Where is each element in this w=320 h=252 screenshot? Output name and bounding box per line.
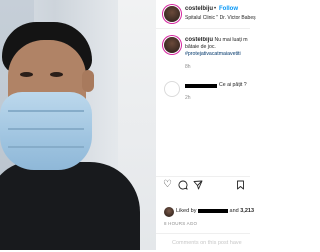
- post-actions: ♡ Liked by and 3,213 8 HOURS AGO Comment…: [156, 176, 254, 252]
- mask-fold: [8, 110, 84, 112]
- share-icon[interactable]: [193, 180, 203, 193]
- author-username[interactable]: costelbiju: [185, 6, 213, 12]
- posted-time: 8 HOURS AGO: [164, 221, 198, 226]
- photo-ear: [82, 70, 94, 92]
- caption-username[interactable]: costelbiju: [185, 37, 213, 43]
- photo-left-eye: [20, 72, 33, 77]
- post-location[interactable]: Spitalul Clinic " Dr. Victor Babeș: [185, 15, 256, 21]
- likes-summary[interactable]: Liked by and 3,213: [176, 208, 254, 214]
- header-separator: •: [214, 6, 217, 12]
- caption-time: 8h: [185, 64, 191, 70]
- author-avatar[interactable]: [164, 6, 180, 22]
- caption-author-avatar[interactable]: [164, 37, 180, 53]
- redacted-liker: [198, 208, 229, 213]
- post-header: costelbiju • Follow Spitalul Clinic " Dr…: [156, 0, 256, 29]
- photo-right-eye: [50, 72, 63, 77]
- photo-face-mask: [0, 92, 92, 170]
- caption-text-line1: Nu mai luați m: [213, 37, 248, 43]
- caption-hashtag[interactable]: #protejativacatmaiavetiti: [185, 51, 250, 58]
- post-caption: costelbiju Nu mai luați m bătaie de joc.…: [185, 37, 250, 58]
- likes-count[interactable]: 3,213: [240, 208, 254, 214]
- mask-fold: [8, 128, 84, 130]
- photo-shirt: [0, 162, 140, 250]
- redacted-username: [185, 84, 217, 88]
- post-side-panel: costelbiju • Follow Spitalul Clinic " Dr…: [156, 0, 256, 252]
- add-comment-bar: Comments on this post have: [156, 233, 250, 252]
- mask-fold: [8, 146, 84, 148]
- comments-limited-notice: Comments on this post have: [172, 240, 242, 246]
- post-photo[interactable]: [0, 0, 156, 250]
- follow-button[interactable]: Follow: [219, 6, 238, 12]
- commenter-avatar[interactable]: [164, 81, 180, 97]
- likes-prefix: Liked by: [176, 208, 199, 214]
- likes-middle: and: [228, 208, 241, 214]
- comment-icon[interactable]: [178, 180, 188, 193]
- heart-icon[interactable]: ♡: [163, 180, 172, 190]
- bookmark-icon[interactable]: [236, 180, 245, 193]
- comment-text: Ce ai pățit ?: [219, 82, 247, 88]
- comment-time: 2h: [185, 95, 191, 101]
- caption-text-line2: bătaie de joc.: [185, 44, 216, 50]
- liker-avatar[interactable]: [164, 207, 174, 217]
